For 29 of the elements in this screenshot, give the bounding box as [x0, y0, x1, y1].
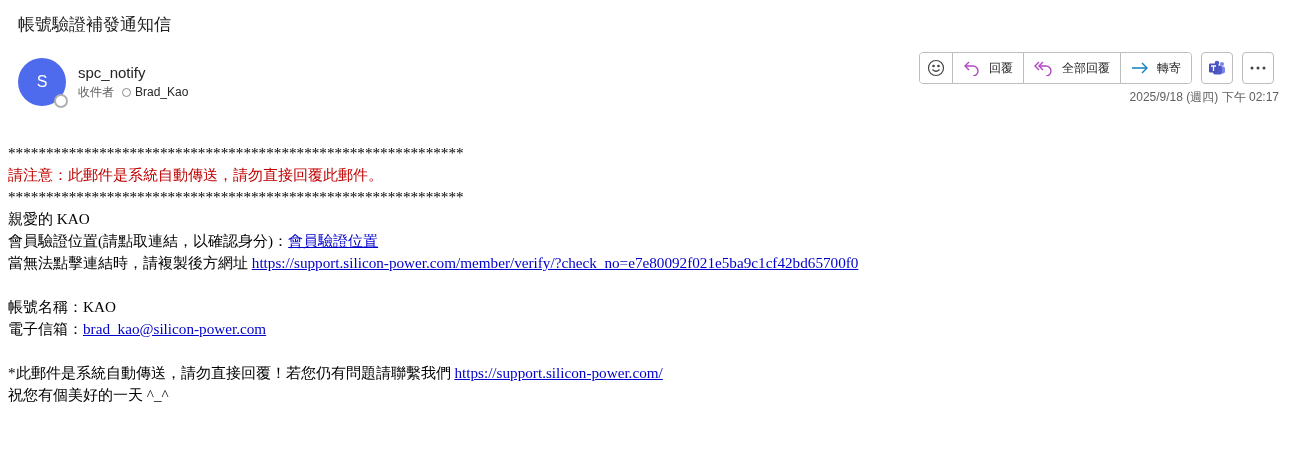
- sender-avatar[interactable]: S: [18, 58, 66, 106]
- to-label: 收件者: [78, 84, 114, 101]
- link[interactable]: https://support.silicon-power.com/: [454, 364, 663, 381]
- forward-button[interactable]: 轉寄: [1120, 53, 1191, 83]
- smiley-icon: [927, 59, 945, 77]
- sender-name[interactable]: spc_notify: [78, 63, 189, 83]
- teams-icon: [1208, 60, 1226, 76]
- body-text: 祝您有個美好的一天 ^_^: [8, 385, 169, 405]
- warning-text: 請注意：此郵件是系統自動傳送，請勿直接回覆此郵件。: [8, 165, 383, 185]
- link[interactable]: 會員驗證位置: [288, 232, 379, 249]
- forward-arrow-icon: [1131, 61, 1149, 75]
- body-text: *此郵件是系統自動傳送，請勿直接回覆！若您仍有問題請聯繫我們 https://support.silicon-power.com/: [8, 363, 663, 383]
- link[interactable]: https://support.silicon-power.com/member/verify/?check_no=e7e80092f021e5ba9c1cf42bd65700f0: [251, 254, 859, 271]
- body-text: 當無法點擊連結時，請複製後方網址 https://support.silicon-power.com/member/verify/?check_no=e7e80092f021e5ba9c1cf42bd65700f0: [8, 253, 859, 273]
- recipient-name[interactable]: Brad_Kao: [135, 83, 189, 101]
- teams-button[interactable]: [1201, 52, 1233, 84]
- body-text: 帳號名稱：KAO: [8, 297, 116, 317]
- more-icon: [1250, 66, 1266, 70]
- link[interactable]: brad_kao@silicon-power.com: [83, 320, 267, 337]
- email-subject: 帳號驗證補發通知信: [18, 14, 172, 36]
- asterisk-rule: ************************************************************: [8, 143, 464, 163]
- presence-icon: [54, 94, 68, 108]
- reply-icon: [963, 60, 981, 76]
- body-text: 會員驗證位置(請點取連結，以確認身分)：會員驗證位置: [8, 231, 379, 251]
- reply-all-icon: [1034, 60, 1054, 76]
- body-text: 電子信箱：brad_kao@silicon-power.com: [8, 319, 267, 339]
- asterisk-rule: ************************************************************: [8, 187, 464, 207]
- body-text: 親愛的 KAO: [8, 209, 90, 229]
- date-text: 2025/9/18 (週四) 下午 02:17: [1129, 89, 1279, 106]
